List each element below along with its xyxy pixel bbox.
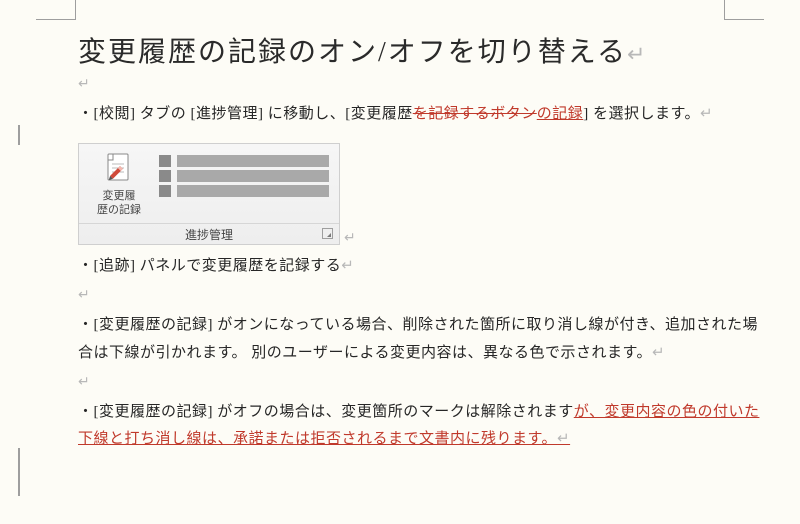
- ribbon-placeholder-row: [159, 155, 329, 167]
- paragraph-mark-icon: ↵: [78, 76, 760, 93]
- ribbon-group: 変更履 歴の記録 進捗管理: [78, 143, 340, 246]
- paragraph-3: ・[変更履歴の記録] がオンになっている場合、削除された箇所に取り消し線が付き、…: [78, 312, 760, 368]
- paragraph-4: ・[変更履歴の記録] がオフの場合は、変更箇所のマークは解除されますが、変更内容…: [78, 399, 760, 455]
- track-changes-label-line2: 歴の記録: [89, 204, 149, 218]
- track-changes-label-line1: 変更履: [89, 190, 149, 204]
- title-text: 変更履歴の記録のオン/オフを切り替える: [78, 37, 627, 68]
- document-content: 変更履歴の記録のオン/オフを切り替える↵ ↵ ・[校閲] タブの [進捗管理] …: [78, 30, 760, 460]
- page-title: 変更履歴の記録のオン/オフを切り替える↵: [78, 30, 760, 70]
- text-run: ・[追跡] パネルで変更履歴を記録する: [78, 258, 341, 274]
- paragraph-mark-icon: ↵: [557, 431, 570, 447]
- text-run: ] を選択します。: [583, 106, 700, 122]
- ribbon-group-label: 進捗管理: [185, 226, 233, 243]
- paragraph-mark-icon: ↵: [652, 345, 665, 361]
- ribbon-right-placeholder: [149, 152, 329, 218]
- change-bar: [18, 125, 20, 145]
- crop-mark: [724, 0, 725, 20]
- paragraph-mark-icon: ↵: [627, 42, 647, 67]
- deleted-text: を記録するボタン: [413, 106, 537, 122]
- change-bar: [18, 448, 20, 496]
- crop-mark: [36, 19, 76, 20]
- crop-mark: [724, 19, 764, 20]
- ribbon-illustration-row: 変更履 歴の記録 進捗管理 ↵: [78, 135, 760, 248]
- text-run: ・[変更履歴の記録] がオフの場合は、変更箇所のマークは解除されます: [78, 404, 574, 420]
- ribbon-group-footer: 進捗管理: [79, 223, 339, 244]
- paragraph-mark-icon: ↵: [78, 287, 760, 304]
- paragraph-2: ・[追跡] パネルで変更履歴を記録する↵: [78, 253, 760, 281]
- inserted-text: の記録: [537, 106, 584, 122]
- ribbon-body: 変更履 歴の記録: [79, 144, 339, 224]
- ribbon-placeholder-row: [159, 185, 329, 197]
- dialog-launcher-icon[interactable]: [322, 228, 333, 239]
- text-run: ・[校閲] タブの [進捗管理] に移動し、[変更履歴: [78, 106, 413, 122]
- document-page: 変更履歴の記録のオン/オフを切り替える↵ ↵ ・[校閲] タブの [進捗管理] …: [0, 0, 800, 524]
- paragraph-1: ・[校閲] タブの [進捗管理] に移動し、[変更履歴を記録するボタンの記録] …: [78, 101, 760, 129]
- paragraph-mark-icon: ↵: [700, 106, 713, 122]
- track-changes-button[interactable]: 変更履 歴の記録: [89, 152, 149, 218]
- paragraph-mark-icon: ↵: [344, 230, 356, 247]
- track-changes-icon: [89, 152, 149, 186]
- paragraph-mark-icon: ↵: [78, 374, 760, 391]
- crop-mark: [75, 0, 76, 20]
- ribbon-placeholder-row: [159, 170, 329, 182]
- paragraph-mark-icon: ↵: [341, 258, 354, 274]
